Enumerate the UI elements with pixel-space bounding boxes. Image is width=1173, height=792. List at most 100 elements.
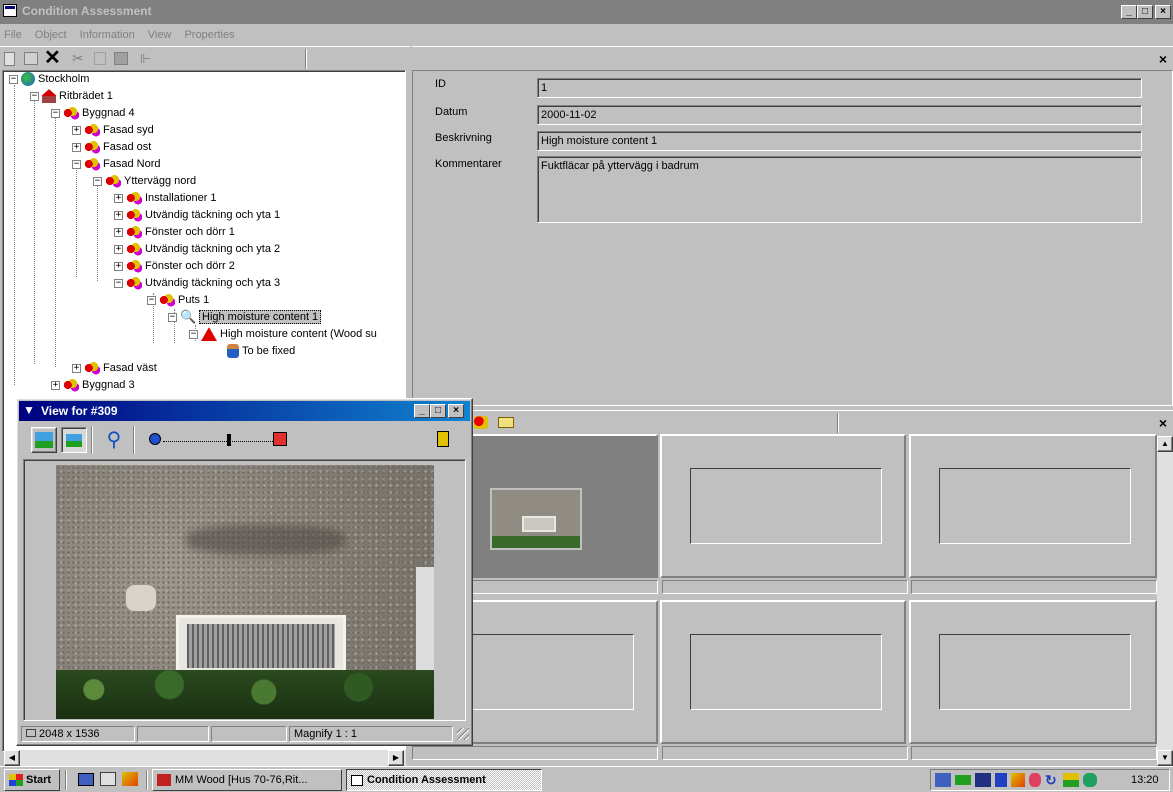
tree-node-utvandig-1[interactable]: + Utvändig täckning och yta 1 [114, 207, 280, 223]
menu-information[interactable]: Information [80, 29, 135, 41]
tree-node-fonster-1[interactable]: + Fönster och dörr 1 [114, 224, 235, 240]
kommentarer-field[interactable]: Fuktfläcar på yttervägg i badrum [537, 156, 1142, 223]
thumbnail-cell[interactable] [660, 600, 906, 744]
details-close-icon[interactable]: × [1159, 51, 1167, 67]
delete-icon[interactable]: ✕ [44, 48, 61, 68]
tray-app-icon[interactable] [975, 773, 991, 787]
tree-node-fasad-syd[interactable]: + Fasad syd [72, 122, 154, 138]
tree-node-byggnad-3[interactable]: + Byggnad 3 [51, 377, 135, 393]
tree-node-high-moisture-wood[interactable]: − High moisture content (Wood su [189, 326, 377, 342]
expand-icon[interactable]: + [114, 244, 123, 254]
collapse-icon[interactable]: − [114, 278, 123, 288]
maximize-button[interactable]: □ [1137, 5, 1153, 19]
tree-node-utvandig-2[interactable]: + Utvändig täckning och yta 2 [114, 241, 280, 257]
collapse-icon[interactable]: − [93, 176, 102, 186]
quicklaunch-edit-icon[interactable] [100, 772, 116, 786]
zoom-out-icon[interactable] [149, 433, 161, 445]
tree-icon[interactable]: ⊩ [140, 51, 151, 67]
cut-icon[interactable]: ✂ [72, 50, 84, 67]
object-view-icon[interactable] [474, 416, 488, 429]
tree-node-fasad-vast[interactable]: + Fasad väst [72, 360, 157, 376]
viewer-title-bar[interactable]: ▼ View for #309 _ □ × [19, 401, 470, 421]
tree-node-ritbradet[interactable]: − Ritbrädet 1 [30, 88, 113, 104]
thumbnail-cell[interactable] [660, 434, 906, 578]
folder-up-icon[interactable] [498, 417, 514, 428]
expand-icon[interactable]: + [72, 363, 81, 373]
tree-node-high-moisture-1[interactable]: − 🔍 High moisture content 1 [168, 309, 322, 325]
scroll-right-arrow[interactable]: ▶ [388, 750, 404, 766]
quicklaunch-pen-icon[interactable] [122, 772, 138, 786]
collapse-icon[interactable]: − [147, 295, 156, 305]
scroll-up-arrow[interactable]: ▲ [1157, 436, 1173, 452]
viewer-minimize-button[interactable]: _ [414, 404, 430, 418]
tray-pen-icon[interactable] [1011, 773, 1025, 787]
tree-node-fonster-2[interactable]: + Fönster och dörr 2 [114, 258, 235, 274]
thumbnail-cell[interactable] [909, 600, 1157, 744]
tree-horizontal-scrollbar[interactable]: ◀ ▶ [4, 750, 406, 766]
book-icon[interactable] [437, 431, 449, 447]
thumbnails-close-icon[interactable]: × [1159, 415, 1167, 431]
expand-icon[interactable]: + [51, 380, 60, 390]
scroll-down-arrow[interactable]: ▼ [1157, 750, 1173, 766]
id-field[interactable]: 1 [537, 78, 1142, 98]
expand-icon[interactable]: + [72, 125, 81, 135]
datum-field[interactable]: 2000-11-02 [537, 105, 1142, 125]
tree-node-installationer-1[interactable]: + Installationer 1 [114, 190, 217, 206]
thumbnail-image[interactable] [490, 488, 582, 550]
tree-node-byggnad-4[interactable]: − Byggnad 4 [51, 105, 135, 121]
tree-node-yttervagg-nord[interactable]: − Yttervägg nord [93, 173, 196, 189]
beskrivning-field[interactable]: High moisture content 1 [537, 131, 1142, 151]
tray-database-icon[interactable] [1083, 773, 1097, 787]
collapse-icon[interactable]: − [72, 159, 81, 169]
tree-node-utvandig-3[interactable]: − Utvändig täckning och yta 3 [114, 275, 280, 291]
tray-shield-icon[interactable] [995, 773, 1007, 787]
resize-grip-icon[interactable] [457, 728, 469, 740]
viewer-close-button[interactable]: × [448, 404, 464, 418]
thumbnail-vertical-scrollbar[interactable]: ▲ ▼ [1157, 436, 1173, 766]
tree-node-fasad-ost[interactable]: + Fasad ost [72, 139, 151, 155]
collapse-icon[interactable]: − [51, 108, 60, 118]
scroll-left-arrow[interactable]: ◀ [4, 750, 20, 766]
collapse-icon[interactable]: − [168, 312, 177, 322]
tray-network-icon[interactable] [935, 773, 951, 787]
slider-thumb[interactable] [227, 434, 231, 446]
tray-runner-icon[interactable] [1029, 773, 1041, 787]
task-mm-wood[interactable]: MM Wood [Hus 70-76,Rit... [152, 769, 342, 791]
expand-icon[interactable]: + [114, 193, 123, 203]
tree-node-puts-1[interactable]: − Puts 1 [147, 292, 209, 308]
close-button[interactable]: × [1155, 5, 1171, 19]
task-condition-assessment[interactable]: Condition Assessment [346, 769, 542, 791]
tray-refresh-icon[interactable]: ↻ [1045, 772, 1057, 789]
collapse-icon[interactable]: − [30, 91, 39, 101]
menu-file[interactable]: File [4, 29, 22, 41]
minimize-button[interactable]: _ [1121, 5, 1137, 19]
expand-icon[interactable]: + [114, 261, 123, 271]
actual-size-button[interactable] [61, 427, 87, 453]
properties-icon[interactable] [24, 52, 38, 65]
copy-icon[interactable] [94, 52, 106, 65]
collapse-icon[interactable]: − [189, 329, 198, 339]
tree-node-fasad-nord[interactable]: − Fasad Nord [72, 156, 160, 172]
expand-icon[interactable]: + [72, 142, 81, 152]
expand-icon[interactable]: + [114, 227, 123, 237]
tree-node-to-be-fixed[interactable]: To be fixed [227, 343, 295, 359]
new-icon[interactable] [4, 52, 15, 66]
zoom-in-icon[interactable] [273, 432, 287, 446]
paste-icon[interactable] [114, 52, 128, 65]
zoom-icon[interactable]: ⚲ [101, 427, 127, 453]
facade-photo[interactable] [56, 465, 434, 719]
fit-image-button[interactable] [31, 427, 57, 453]
quicklaunch-desktop-icon[interactable] [78, 773, 94, 786]
collapse-icon[interactable]: − [9, 74, 18, 84]
viewer-maximize-button[interactable]: □ [430, 404, 446, 418]
tray-battery-icon[interactable] [955, 775, 971, 785]
thumbnail-cell[interactable] [909, 434, 1157, 578]
menu-properties[interactable]: Properties [184, 29, 234, 41]
menu-view[interactable]: View [148, 29, 172, 41]
zoom-slider[interactable] [149, 431, 299, 449]
start-button[interactable]: Start [4, 769, 60, 791]
tray-monitor-icon[interactable] [1063, 773, 1079, 787]
menu-object[interactable]: Object [35, 29, 67, 41]
expand-icon[interactable]: + [114, 210, 123, 220]
tree-node-stockholm[interactable]: − Stockholm [9, 71, 89, 87]
